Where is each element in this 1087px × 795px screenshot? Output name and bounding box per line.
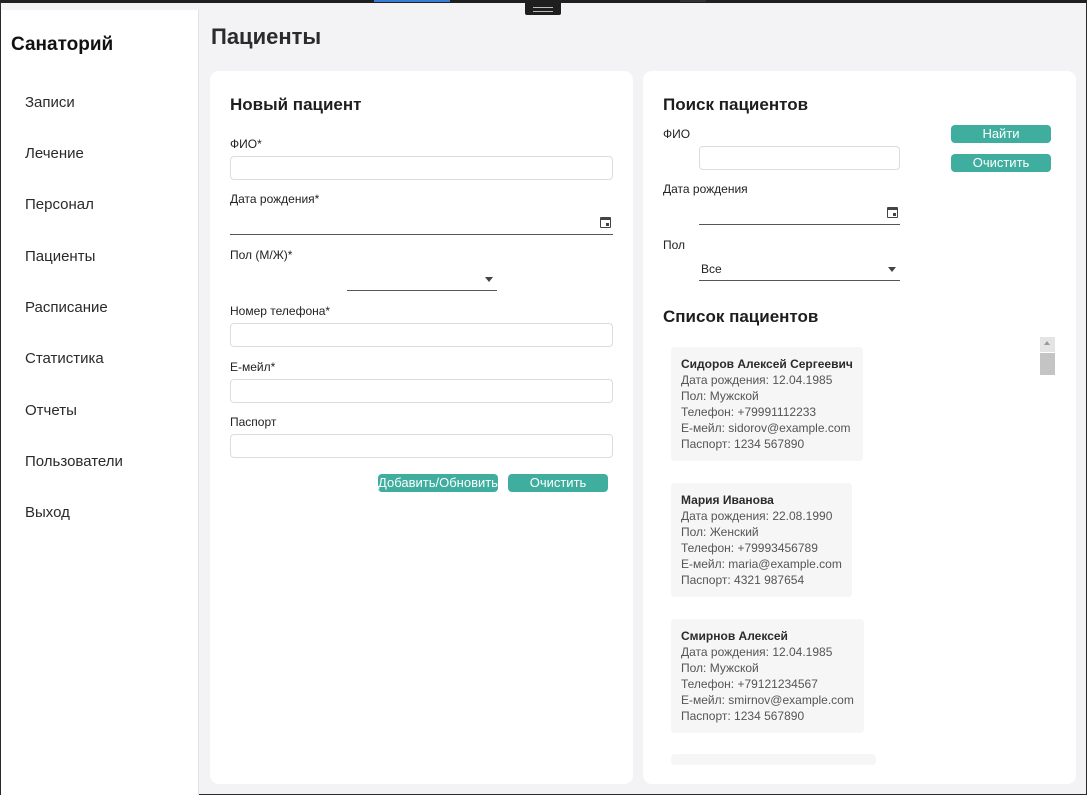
clear-search-button[interactable]: Очистить (951, 154, 1051, 172)
taskbar-mark (680, 0, 706, 2)
sidebar-item-statistics[interactable]: Статистика (25, 347, 185, 371)
new-patient-title: Новый пациент (230, 95, 362, 114)
phone-label: Номер телефона* (230, 304, 331, 318)
patient-phone: Телефон: +79121234567 (681, 677, 818, 691)
search-birth-picker[interactable] (699, 201, 900, 225)
sex-label: Пол (М/Ж)* (230, 248, 293, 262)
list-item[interactable] (671, 754, 876, 765)
patient-birth: Дата рождения: 22.08.1990 (681, 509, 833, 523)
patient-name: Смирнов Алексей (681, 629, 788, 643)
sex-select[interactable] (347, 267, 497, 291)
birth-date-picker[interactable] (230, 211, 613, 235)
search-sex-select[interactable]: Все (699, 257, 900, 281)
fio-field[interactable] (230, 156, 613, 180)
patient-phone: Телефон: +79991112233 (681, 405, 817, 419)
search-birth-label: Дата рождения (663, 182, 748, 196)
find-button[interactable]: Найти (951, 125, 1051, 143)
taskbar-accent (374, 0, 450, 2)
sidebar-item-treatment[interactable]: Лечение (25, 142, 185, 166)
patient-passport: Паспорт: 1234 567890 (681, 437, 805, 451)
search-fio-label: ФИО (663, 127, 691, 141)
passport-label: Паспорт (230, 415, 277, 429)
clear-form-button[interactable]: Очистить (508, 474, 608, 492)
sidebar: Санаторий Записи Лечение Персонал Пациен… (1, 10, 199, 795)
sidebar-item-schedule[interactable]: Расписание (25, 296, 185, 320)
patient-sex: Пол: Женский (681, 525, 759, 539)
birth-date-label: Дата рождения* (230, 192, 320, 206)
patient-name: Сидоров Алексей Сергеевич (681, 357, 853, 371)
add-update-button[interactable]: Добавить/Обновить (378, 474, 498, 492)
patient-email: E-мейл: smirnov@example.com (681, 693, 854, 707)
search-sex-label: Пол (663, 238, 686, 252)
patient-email: E-мейл: sidorov@example.com (681, 421, 851, 435)
app-title: Санаторий (11, 34, 114, 55)
passport-field[interactable] (230, 434, 613, 458)
sidebar-item-records[interactable]: Записи (25, 91, 185, 115)
page-title: Пациенты (211, 24, 322, 49)
phone-field[interactable] (230, 323, 613, 347)
list-item[interactable]: Сидоров Алексей Сергеевич Дата рождения:… (671, 347, 863, 461)
sidebar-item-users[interactable]: Пользователи (25, 450, 185, 474)
sidebar-item-patients[interactable]: Пациенты (25, 245, 185, 269)
patient-birth: Дата рождения: 12.04.1985 (681, 645, 833, 659)
patient-birth: Дата рождения: 12.04.1985 (681, 373, 833, 387)
calendar-icon[interactable] (887, 207, 898, 218)
search-fio-field[interactable] (699, 146, 900, 170)
patient-passport: Паспорт: 4321 987654 (681, 573, 805, 587)
patient-passport: Паспорт: 1234 567890 (681, 709, 805, 723)
patient-name: Мария Иванова (681, 493, 774, 507)
arrow-up-icon[interactable] (1040, 337, 1055, 352)
patient-list-title: Список пациентов (663, 307, 819, 326)
fio-label: ФИО* (230, 137, 262, 151)
patient-sex: Пол: Мужской (681, 389, 759, 403)
email-label: E-мейл* (230, 360, 276, 374)
list-item[interactable]: Мария Иванова Дата рождения: 22.08.1990 … (671, 483, 852, 597)
patient-sex: Пол: Мужской (681, 661, 759, 675)
search-sex-value: Все (701, 262, 722, 276)
email-field[interactable] (230, 379, 613, 403)
chevron-down-icon (888, 267, 896, 272)
scrollbar-thumb[interactable] (1040, 353, 1055, 375)
sidebar-item-exit[interactable]: Выход (25, 501, 185, 525)
chevron-down-icon (485, 277, 493, 282)
sidebar-item-reports[interactable]: Отчеты (25, 399, 185, 423)
search-title: Поиск пациентов (663, 95, 809, 114)
list-item[interactable]: Смирнов Алексей Дата рождения: 12.04.198… (671, 619, 864, 733)
sidebar-item-staff[interactable]: Персонал (25, 193, 185, 217)
patient-phone: Телефон: +79993456789 (681, 541, 818, 555)
patient-email: E-мейл: maria@example.com (681, 557, 842, 571)
drag-handle[interactable] (525, 3, 561, 15)
calendar-icon[interactable] (600, 217, 611, 228)
